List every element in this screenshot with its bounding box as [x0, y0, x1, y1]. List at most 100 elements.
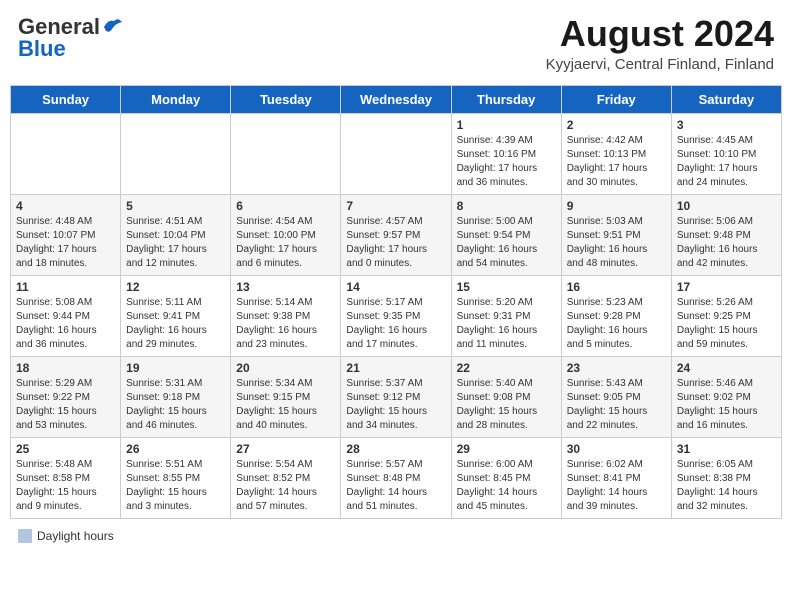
day-number: 1 [457, 118, 556, 132]
table-cell: 22 Sunrise: 5:40 AM Sunset: 9:08 PM Dayli… [451, 356, 561, 437]
day-number: 5 [126, 199, 225, 213]
table-cell: 3 Sunrise: 4:45 AM Sunset: 10:10 PM Dayli… [671, 113, 781, 194]
day-number: 3 [677, 118, 776, 132]
day-number: 11 [16, 280, 115, 294]
cell-info: Sunrise: 5:46 AM Sunset: 9:02 PM Dayligh… [677, 377, 776, 433]
calendar-week-row: 11 Sunrise: 5:08 AM Sunset: 9:44 PM Dayli… [11, 275, 782, 356]
day-number: 24 [677, 361, 776, 375]
cell-info: Sunrise: 5:00 AM Sunset: 9:54 PM Dayligh… [457, 215, 556, 271]
col-monday: Monday [121, 85, 231, 113]
cell-info: Sunrise: 5:34 AM Sunset: 9:15 PM Dayligh… [236, 377, 335, 433]
day-number: 14 [346, 280, 445, 294]
table-cell: 24 Sunrise: 5:46 AM Sunset: 9:02 PM Dayli… [671, 356, 781, 437]
cell-info: Sunrise: 5:26 AM Sunset: 9:25 PM Dayligh… [677, 296, 776, 352]
table-cell [231, 113, 341, 194]
footer: Daylight hours [10, 527, 782, 545]
table-cell: 16 Sunrise: 5:23 AM Sunset: 9:28 PM Dayli… [561, 275, 671, 356]
calendar-header-row: Sunday Monday Tuesday Wednesday Thursday… [11, 85, 782, 113]
table-cell: 11 Sunrise: 5:08 AM Sunset: 9:44 PM Dayli… [11, 275, 121, 356]
title-block: August 2024 Kyyjaervi, Central Finland, … [546, 14, 774, 73]
cell-info: Sunrise: 5:17 AM Sunset: 9:35 PM Dayligh… [346, 296, 445, 352]
col-thursday: Thursday [451, 85, 561, 113]
table-cell: 26 Sunrise: 5:51 AM Sunset: 8:55 PM Dayli… [121, 437, 231, 518]
day-number: 19 [126, 361, 225, 375]
table-cell: 13Sunrise: 5:14 AM Sunset: 9:38 PM Dayli… [231, 275, 341, 356]
cell-info: Sunrise: 5:03 AM Sunset: 9:51 PM Dayligh… [567, 215, 666, 271]
day-number: 18 [16, 361, 115, 375]
table-cell: 21 Sunrise: 5:37 AM Sunset: 9:12 PM Dayli… [341, 356, 451, 437]
table-cell: 12Sunrise: 5:11 AM Sunset: 9:41 PM Dayli… [121, 275, 231, 356]
col-tuesday: Tuesday [231, 85, 341, 113]
cell-info: Sunrise: 5:57 AM Sunset: 8:48 PM Dayligh… [346, 458, 445, 514]
table-cell [341, 113, 451, 194]
table-cell: 17 Sunrise: 5:26 AM Sunset: 9:25 PM Dayli… [671, 275, 781, 356]
day-number: 15 [457, 280, 556, 294]
day-number: 4 [16, 199, 115, 213]
table-cell: 31 Sunrise: 6:05 AM Sunset: 8:38 PM Dayli… [671, 437, 781, 518]
day-number: 16 [567, 280, 666, 294]
day-number: 13 [236, 280, 335, 294]
logo: General Blue [18, 14, 124, 62]
cell-info: Sunrise: 4:42 AM Sunset: 10:13 PM Daylig… [567, 134, 666, 190]
table-cell: 8 Sunrise: 5:00 AM Sunset: 9:54 PM Daylig… [451, 194, 561, 275]
calendar-table: Sunday Monday Tuesday Wednesday Thursday… [10, 85, 782, 519]
day-number: 7 [346, 199, 445, 213]
cell-info: Sunrise: 5:37 AM Sunset: 9:12 PM Dayligh… [346, 377, 445, 433]
calendar-week-row: 1 Sunrise: 4:39 AM Sunset: 10:16 PM Dayli… [11, 113, 782, 194]
day-number: 31 [677, 442, 776, 456]
legend-label: Daylight hours [37, 529, 114, 543]
cell-info: Sunrise: 4:51 AM Sunset: 10:04 PM Daylig… [126, 215, 225, 271]
cell-info: Sunrise: 5:20 AM Sunset: 9:31 PM Dayligh… [457, 296, 556, 352]
table-cell: 9 Sunrise: 5:03 AM Sunset: 9:51 PM Daylig… [561, 194, 671, 275]
table-cell: 18 Sunrise: 5:29 AM Sunset: 9:22 PM Dayli… [11, 356, 121, 437]
cell-info: Sunrise: 6:02 AM Sunset: 8:41 PM Dayligh… [567, 458, 666, 514]
day-number: 27 [236, 442, 335, 456]
cell-info: Sunrise: 5:31 AM Sunset: 9:18 PM Dayligh… [126, 377, 225, 433]
day-number: 22 [457, 361, 556, 375]
col-friday: Friday [561, 85, 671, 113]
calendar-week-row: 25Sunrise: 5:48 AM Sunset: 8:58 PM Dayli… [11, 437, 782, 518]
header: General Blue August 2024 Kyyjaervi, Cent… [10, 10, 782, 77]
day-number: 23 [567, 361, 666, 375]
legend-box [18, 529, 32, 543]
table-cell: 14 Sunrise: 5:17 AM Sunset: 9:35 PM Dayli… [341, 275, 451, 356]
logo-bird-icon [102, 17, 124, 37]
cell-info: Sunrise: 4:57 AM Sunset: 9:57 PM Dayligh… [346, 215, 445, 271]
table-cell: 27 Sunrise: 5:54 AM Sunset: 8:52 PM Dayli… [231, 437, 341, 518]
day-number: 20 [236, 361, 335, 375]
cell-info: Sunrise: 6:05 AM Sunset: 8:38 PM Dayligh… [677, 458, 776, 514]
cell-info: Sunrise: 5:23 AM Sunset: 9:28 PM Dayligh… [567, 296, 666, 352]
day-number: 17 [677, 280, 776, 294]
table-cell [121, 113, 231, 194]
table-cell: 7 Sunrise: 4:57 AM Sunset: 9:57 PM Daylig… [341, 194, 451, 275]
cell-info: Sunrise: 6:00 AM Sunset: 8:45 PM Dayligh… [457, 458, 556, 514]
day-number: 9 [567, 199, 666, 213]
table-cell: 1 Sunrise: 4:39 AM Sunset: 10:16 PM Dayli… [451, 113, 561, 194]
day-number: 10 [677, 199, 776, 213]
cell-info: Sunrise: 4:54 AM Sunset: 10:00 PM Daylig… [236, 215, 335, 271]
table-cell: 6 Sunrise: 4:54 AM Sunset: 10:00 PM Dayli… [231, 194, 341, 275]
day-number: 26 [126, 442, 225, 456]
cell-info: Sunrise: 5:29 AM Sunset: 9:22 PM Dayligh… [16, 377, 115, 433]
table-cell: 20 Sunrise: 5:34 AM Sunset: 9:15 PM Dayli… [231, 356, 341, 437]
cell-info: Sunrise: 5:54 AM Sunset: 8:52 PM Dayligh… [236, 458, 335, 514]
cell-info: Sunrise: 4:45 AM Sunset: 10:10 PM Daylig… [677, 134, 776, 190]
cell-info: Sunrise: 5:51 AM Sunset: 8:55 PM Dayligh… [126, 458, 225, 514]
day-number: 30 [567, 442, 666, 456]
cell-info: Sunrise: 5:48 AM Sunset: 8:58 PM Dayligh… [16, 458, 115, 514]
day-number: 21 [346, 361, 445, 375]
table-cell: 15 Sunrise: 5:20 AM Sunset: 9:31 PM Dayli… [451, 275, 561, 356]
col-sunday: Sunday [11, 85, 121, 113]
col-saturday: Saturday [671, 85, 781, 113]
table-cell: 10Sunrise: 5:06 AM Sunset: 9:48 PM Dayli… [671, 194, 781, 275]
cell-info: Sunrise: 5:11 AM Sunset: 9:41 PM Dayligh… [126, 296, 225, 352]
day-number: 6 [236, 199, 335, 213]
day-number: 8 [457, 199, 556, 213]
cell-info: Sunrise: 5:40 AM Sunset: 9:08 PM Dayligh… [457, 377, 556, 433]
cell-info: Sunrise: 4:39 AM Sunset: 10:16 PM Daylig… [457, 134, 556, 190]
subtitle: Kyyjaervi, Central Finland, Finland [546, 56, 774, 73]
calendar-week-row: 4Sunrise: 4:48 AM Sunset: 10:07 PM Dayli… [11, 194, 782, 275]
table-cell: 4Sunrise: 4:48 AM Sunset: 10:07 PM Dayli… [11, 194, 121, 275]
table-cell: 25Sunrise: 5:48 AM Sunset: 8:58 PM Dayli… [11, 437, 121, 518]
cell-info: Sunrise: 5:08 AM Sunset: 9:44 PM Dayligh… [16, 296, 115, 352]
